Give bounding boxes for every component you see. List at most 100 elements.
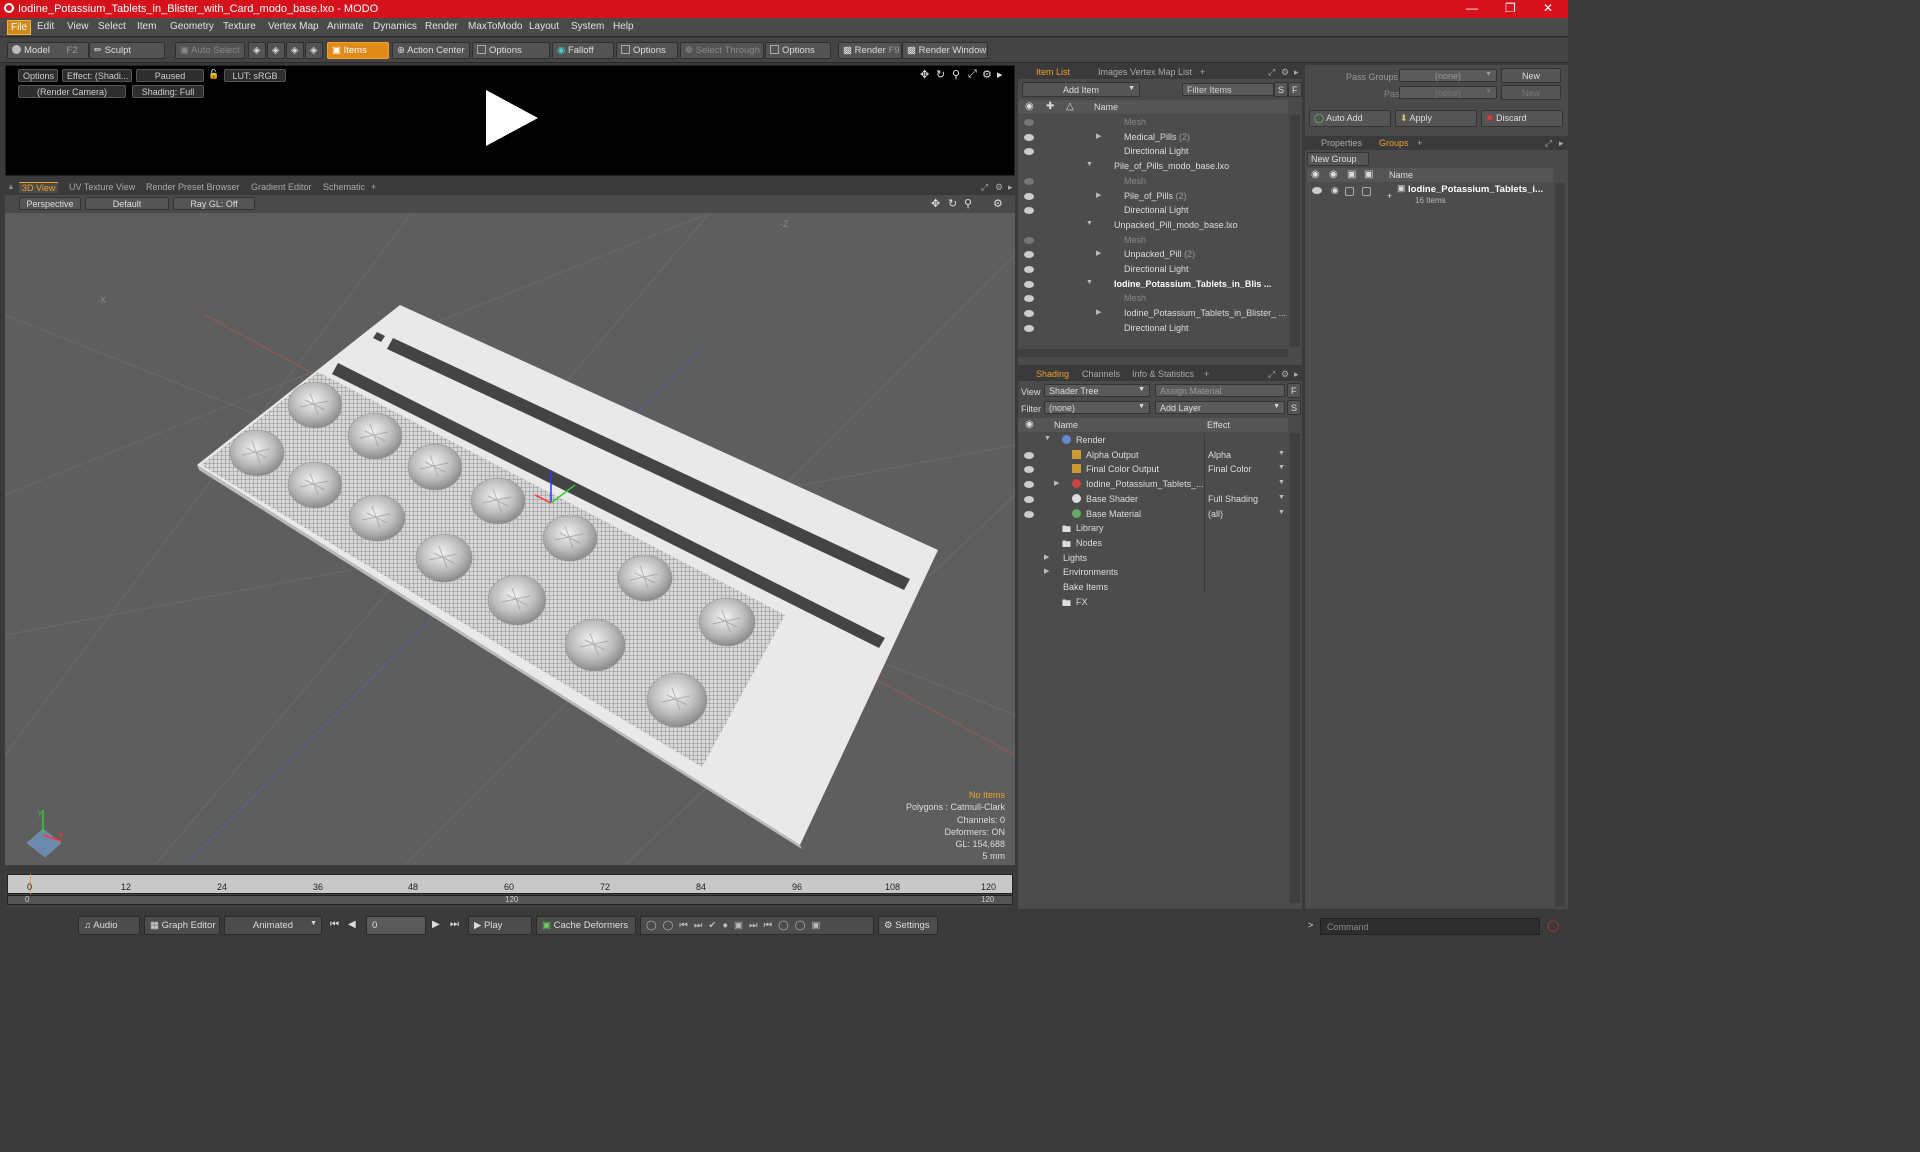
- cache-deformers-button[interactable]: ▣ Cache Deformers: [536, 916, 636, 935]
- 3d-viewport[interactable]: -Z -X y x No Items Polygons : Catmull-Cl…: [5, 195, 1015, 865]
- gear-icon[interactable]: ⚙: [982, 68, 992, 81]
- add-item-button[interactable]: Add Item ▼: [1022, 82, 1140, 97]
- shader-tree-scrollbar[interactable]: [1290, 433, 1300, 903]
- shader-row-base-material[interactable]: Base Material (all) ▼: [1018, 507, 1288, 522]
- arrow-right-icon[interactable]: ▸: [1008, 182, 1013, 193]
- maximize-icon[interactable]: ⤢: [1268, 369, 1275, 380]
- shader-row-base-shader[interactable]: Base Shader Full Shading ▼: [1018, 492, 1288, 507]
- tab-vertex-map-list[interactable]: Vertex Map List: [1130, 67, 1192, 77]
- assign-material-dropdown[interactable]: Assign Material: [1155, 384, 1285, 397]
- sculpt-mode-button[interactable]: ✏ Sculpt: [89, 42, 165, 59]
- command-expand-icon[interactable]: >: [1308, 920, 1313, 930]
- gear-icon[interactable]: ⚙: [995, 182, 1003, 193]
- maximize-icon[interactable]: ⤢: [981, 182, 988, 193]
- item-list-scrollbar[interactable]: [1290, 115, 1300, 347]
- falloff-button[interactable]: ◉ Falloff: [552, 42, 614, 59]
- edges-mode-button[interactable]: ◈: [267, 42, 285, 59]
- groups-scrollbar[interactable]: [1555, 183, 1565, 907]
- tab-channels[interactable]: Channels: [1082, 369, 1120, 379]
- rotate-icon[interactable]: ↻: [936, 68, 945, 81]
- play-icon[interactable]: [484, 90, 540, 146]
- menu-render[interactable]: Render: [422, 21, 461, 32]
- raygl-dropdown[interactable]: Ray GL: Off: [173, 197, 255, 210]
- shading-s-button[interactable]: S: [1287, 400, 1301, 415]
- discard-button[interactable]: ✖ Discard: [1481, 110, 1563, 127]
- pass-groups-dropdown[interactable]: (none) ▼: [1399, 69, 1497, 82]
- menu-system[interactable]: System: [568, 21, 607, 32]
- shader-row-render[interactable]: ▼ Render: [1018, 433, 1288, 448]
- falloff-options-button[interactable]: Options: [616, 42, 678, 59]
- arrow-right-icon[interactable]: ▸: [1559, 138, 1564, 149]
- passes-dropdown[interactable]: (none) ▼: [1399, 86, 1497, 99]
- render-camera-dropdown[interactable]: (Render Camera): [18, 85, 126, 98]
- preview-paused-button[interactable]: Paused: [136, 69, 204, 82]
- shading-f-button[interactable]: F: [1287, 383, 1301, 398]
- render-button[interactable]: ▩ Render F9: [838, 42, 902, 59]
- command-input[interactable]: Command: [1320, 918, 1540, 935]
- tab-gradient-editor[interactable]: Gradient Editor: [251, 182, 312, 192]
- frame-input[interactable]: 0: [366, 916, 426, 935]
- list-item[interactable]: Directional Light: [1018, 203, 1288, 218]
- auto-add-button[interactable]: ◯ Auto Add: [1309, 110, 1391, 127]
- list-item[interactable]: Directional Light: [1018, 262, 1288, 277]
- action-center-button[interactable]: ⊕ Action Center: [392, 42, 470, 59]
- preview-effect-dropdown[interactable]: Effect: (Shadi...: [62, 69, 132, 82]
- items-mode-button[interactable]: ▣ Items: [327, 42, 389, 59]
- tab-item-list[interactable]: Item List: [1036, 67, 1070, 77]
- timeline[interactable]: 0 12 24 36 48 60 72 84 96 108 120 0 120 …: [5, 872, 1015, 908]
- menu-texture[interactable]: Texture: [220, 21, 259, 32]
- filter-f-button[interactable]: F: [1288, 82, 1302, 97]
- list-item[interactable]: Directional Light: [1018, 144, 1288, 159]
- perspective-dropdown[interactable]: Perspective: [19, 197, 81, 210]
- skip-start-icon[interactable]: ⏮: [330, 919, 339, 930]
- tab-schematic[interactable]: Schematic: [323, 182, 365, 192]
- auto-select-button[interactable]: ▣ Auto Select: [175, 42, 245, 59]
- step-forward-icon[interactable]: ▶: [432, 919, 440, 930]
- menu-item[interactable]: Item: [134, 21, 159, 32]
- move-icon[interactable]: ✥: [931, 197, 940, 210]
- maximize-icon[interactable]: ⤢: [968, 68, 977, 81]
- menu-help[interactable]: Help: [610, 21, 637, 32]
- default-dropdown[interactable]: Default: [85, 197, 169, 210]
- step-back-icon[interactable]: ◀: [348, 919, 356, 930]
- skip-end-icon[interactable]: ⏭: [450, 919, 459, 930]
- minimize-icon[interactable]: —: [1466, 1, 1478, 15]
- list-item[interactable]: ▶ Iodine_Potassium_Tablets_in_Blister_ ..…: [1018, 306, 1288, 321]
- audio-button[interactable]: ♫ Audio: [78, 916, 140, 935]
- tab-info-statistics[interactable]: Info & Statistics: [1132, 369, 1194, 379]
- item-list-hscrollbar[interactable]: [1018, 349, 1288, 357]
- apply-button[interactable]: ⬇ Apply: [1395, 110, 1477, 127]
- gear-icon[interactable]: ⚙: [993, 197, 1003, 210]
- gear-icon[interactable]: ⚙: [1281, 67, 1289, 78]
- lock-toggle-icon[interactable]: [1345, 187, 1354, 196]
- list-item[interactable]: ▶ Pile_of_Pills (2): [1018, 189, 1288, 204]
- add-tab-icon[interactable]: +: [1200, 67, 1205, 77]
- add-tab-icon[interactable]: +: [1417, 138, 1422, 148]
- menu-file[interactable]: File: [7, 20, 32, 35]
- filter-items-input[interactable]: Filter Items: [1182, 83, 1274, 96]
- tab-properties[interactable]: Properties: [1321, 138, 1362, 148]
- tab-3d-view[interactable]: 3D View: [19, 182, 59, 193]
- tab-images[interactable]: Images: [1098, 67, 1128, 77]
- maximize-icon[interactable]: ⤢: [1545, 138, 1552, 149]
- new-group-button[interactable]: New Group: [1307, 152, 1369, 166]
- shader-row-material-group[interactable]: ▶ Iodine_Potassium_Tablets_... ▼: [1018, 477, 1288, 492]
- shader-row-environments[interactable]: ▶ Environments: [1018, 565, 1288, 580]
- settings-button[interactable]: ⚙ Settings: [878, 916, 938, 935]
- view-dropdown[interactable]: Shader Tree ▼: [1044, 384, 1150, 397]
- polygons-mode-button[interactable]: ◈: [286, 42, 304, 59]
- menu-geometry[interactable]: Geometry: [167, 21, 217, 32]
- expand-icon[interactable]: +: [1387, 191, 1392, 201]
- add-tab-icon[interactable]: +: [371, 182, 376, 192]
- select-toggle-icon[interactable]: [1362, 187, 1371, 196]
- shader-row-library[interactable]: 🖿 Library: [1018, 521, 1288, 536]
- add-layer-dropdown[interactable]: Add Layer ▼: [1155, 401, 1285, 414]
- list-item[interactable]: ▼ Unpacked_Pill_modo_base.lxo: [1018, 218, 1288, 233]
- list-item[interactable]: Directional Light: [1018, 321, 1288, 336]
- render-toggle-icon[interactable]: ◉: [1331, 185, 1339, 196]
- rotate-icon[interactable]: ↻: [948, 197, 957, 210]
- menu-animate[interactable]: Animate: [324, 21, 367, 32]
- shading-dropdown[interactable]: Shading: Full: [132, 85, 204, 98]
- list-item[interactable]: ▼ Iodine_Potassium_Tablets_in_Blis ...: [1018, 277, 1288, 292]
- shader-row-nodes[interactable]: 🖿 Nodes: [1018, 536, 1288, 551]
